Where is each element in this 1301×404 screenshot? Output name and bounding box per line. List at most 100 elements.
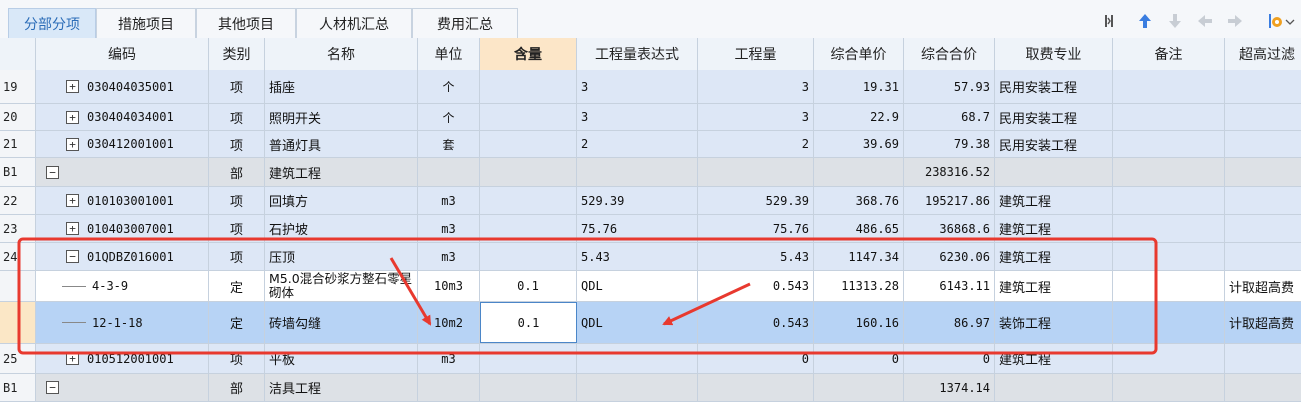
collapse-icon[interactable]: − [46, 381, 59, 394]
cell-name[interactable]: 压顶 [265, 243, 418, 270]
cell-unit[interactable]: 10m2 [418, 302, 480, 343]
expand-icon[interactable]: + [66, 137, 79, 151]
quota-row[interactable]: 12-1-18 定 砖墙勾缝 10m2 0.1 QDL 0.543 160.16 86.97 装饰… [0, 302, 1301, 344]
cell-overheight[interactable] [1225, 344, 1301, 373]
expand-icon[interactable]: + [66, 352, 79, 365]
expand-icon[interactable]: + [66, 194, 79, 207]
bill-item-row[interactable]: 25 +010512001001 项 平板 m3 0 0 0 建筑工程 [0, 344, 1301, 374]
cell-overheight[interactable] [1225, 243, 1301, 270]
cell-total[interactable]: 238316.52 [904, 158, 995, 186]
cell-qty[interactable] [698, 374, 814, 401]
cell-expr[interactable] [577, 344, 698, 373]
cell-expr[interactable]: 5.43 [577, 243, 698, 270]
cell-unit-price[interactable] [814, 158, 904, 186]
header-unit-price[interactable]: 综合单价 [814, 38, 904, 70]
arrow-up-icon[interactable] [1136, 12, 1154, 30]
cell-name[interactable]: M5.0混合砂浆方整石零星砌体 [265, 271, 418, 301]
cell-unit-price[interactable]: 11313.28 [814, 271, 904, 301]
cell-unit[interactable]: 套 [418, 131, 480, 157]
cell-total[interactable]: 79.38 [904, 131, 995, 157]
cell-unit[interactable]: 个 [418, 104, 480, 130]
cell-content[interactable] [480, 158, 577, 186]
cell-code[interactable]: +030412001001 [36, 131, 209, 157]
cell-expr[interactable]: 3 [577, 104, 698, 130]
cell-code[interactable]: 4-3-9 [36, 271, 209, 301]
cell-overheight[interactable] [1225, 187, 1301, 214]
cell-remark[interactable] [1113, 158, 1225, 186]
header-expr[interactable]: 工程量表达式 [577, 38, 698, 70]
cell-unit[interactable]: m3 [418, 344, 480, 373]
cell-type[interactable]: 项 [209, 215, 265, 242]
cell-unit[interactable]: 10m3 [418, 271, 480, 301]
cell-fee-spec[interactable]: 民用安装工程 [995, 131, 1113, 157]
header-total[interactable]: 综合合价 [904, 38, 995, 70]
cell-total[interactable]: 6143.11 [904, 271, 995, 301]
cell-name[interactable]: 插座 [265, 70, 418, 103]
header-code[interactable]: 编码 [36, 38, 209, 70]
cell-total[interactable]: 6230.06 [904, 243, 995, 270]
cell-content[interactable] [480, 70, 577, 103]
cell-fee-spec[interactable]: 建筑工程 [995, 271, 1113, 301]
cell-qty[interactable]: 0.543 [698, 302, 814, 343]
bill-item-row[interactable]: 23 +010403007001 项 石护坡 m3 75.76 75.76 486.65 368… [0, 215, 1301, 243]
cell-expr[interactable]: 75.76 [577, 215, 698, 242]
cell-qty[interactable]: 529.39 [698, 187, 814, 214]
cell-unit[interactable]: m3 [418, 215, 480, 242]
cell-remark[interactable] [1113, 187, 1225, 214]
cell-qty[interactable]: 0.543 [698, 271, 814, 301]
header-overheight[interactable]: 超高过滤 [1225, 38, 1301, 70]
cell-fee-spec[interactable]: 建筑工程 [995, 215, 1113, 242]
cell-remark[interactable] [1113, 302, 1225, 343]
cell-qty[interactable]: 2 [698, 131, 814, 157]
section-row[interactable]: B1 − 部 建筑工程 238316.52 [0, 158, 1301, 187]
tab-rencaiji-huizong[interactable]: 人材机汇总 [296, 8, 412, 38]
bill-item-row[interactable]: 21 +030412001001 项 普通灯具 套 2 2 39.69 79.38 民用安装工程 [0, 131, 1301, 158]
cell-qty[interactable]: 0 [698, 344, 814, 373]
header-content[interactable]: 含量 [480, 38, 577, 70]
cell-fee-spec[interactable]: 建筑工程 [995, 243, 1113, 270]
header-type[interactable]: 类别 [209, 38, 265, 70]
cell-qty[interactable]: 3 [698, 70, 814, 103]
bill-item-row[interactable]: 22 +010103001001 项 回填方 m3 529.39 529.39 368.76 1… [0, 187, 1301, 215]
cell-fee-spec[interactable]: 民用安装工程 [995, 70, 1113, 103]
arrow-left-icon[interactable] [1196, 12, 1214, 30]
bill-item-row[interactable]: 20 +030404034001 项 照明开关 个 3 3 22.9 68.7 民用安装工程 [0, 104, 1301, 131]
cell-unit-price[interactable] [814, 374, 904, 401]
cell-total[interactable]: 68.7 [904, 104, 995, 130]
cell-remark[interactable] [1113, 131, 1225, 157]
header-name[interactable]: 名称 [265, 38, 418, 70]
quota-row[interactable]: 4-3-9 定 M5.0混合砂浆方整石零星砌体 10m3 0.1 QDL 0.543 1131… [0, 271, 1301, 302]
cell-expr[interactable]: 3 [577, 70, 698, 103]
bill-item-row[interactable]: 24 −01QDBZ016001 项 压顶 m3 5.43 5.43 1147.34 6230.… [0, 243, 1301, 271]
cell-code[interactable]: 12-1-18 [36, 302, 209, 343]
cell-code[interactable]: +010403007001 [36, 215, 209, 242]
cell-remark[interactable] [1113, 243, 1225, 270]
collapse-icon[interactable] [1102, 12, 1120, 30]
cell-type[interactable]: 部 [209, 158, 265, 186]
cell-qty[interactable]: 3 [698, 104, 814, 130]
cell-content[interactable] [480, 344, 577, 373]
cell-expr[interactable]: 529.39 [577, 187, 698, 214]
cell-unit-price[interactable]: 368.76 [814, 187, 904, 214]
cell-fee-spec[interactable]: 建筑工程 [995, 187, 1113, 214]
cell-name[interactable]: 照明开关 [265, 104, 418, 130]
cell-type[interactable]: 部 [209, 374, 265, 401]
arrow-right-icon[interactable] [1226, 12, 1244, 30]
cell-code[interactable]: +010512001001 [36, 344, 209, 373]
cell-unit-price[interactable]: 486.65 [814, 215, 904, 242]
cell-name[interactable]: 石护坡 [265, 215, 418, 242]
cell-unit-price[interactable]: 1147.34 [814, 243, 904, 270]
cell-code[interactable]: − [36, 374, 209, 401]
cell-type[interactable]: 项 [209, 243, 265, 270]
cell-type[interactable]: 项 [209, 344, 265, 373]
cell-content[interactable] [480, 215, 577, 242]
cell-unit[interactable]: 个 [418, 70, 480, 103]
cell-unit-price[interactable]: 160.16 [814, 302, 904, 343]
cell-remark[interactable] [1113, 344, 1225, 373]
tab-fenbufenxiang[interactable]: 分部分项 [8, 8, 96, 39]
cell-fee-spec[interactable]: 建筑工程 [995, 344, 1113, 373]
header-fee-spec[interactable]: 取费专业 [995, 38, 1113, 70]
expand-icon[interactable]: + [66, 222, 79, 235]
cell-unit-price[interactable]: 0 [814, 344, 904, 373]
arrow-down-icon[interactable] [1166, 12, 1184, 30]
